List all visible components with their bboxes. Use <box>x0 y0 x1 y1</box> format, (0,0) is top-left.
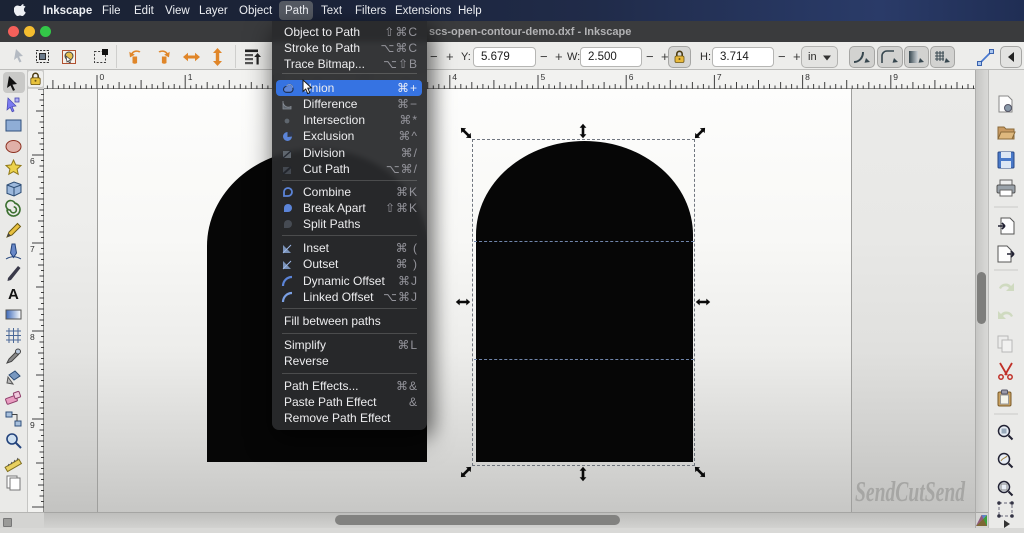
svg-text:7: 7 <box>30 244 35 254</box>
svg-text:8: 8 <box>30 332 35 342</box>
svg-text:0: 0 <box>100 72 105 82</box>
svg-text:6: 6 <box>629 72 634 82</box>
svg-text:9: 9 <box>893 72 898 82</box>
svg-text:8: 8 <box>805 72 810 82</box>
svg-text:6: 6 <box>30 156 35 166</box>
svg-text:5: 5 <box>541 72 546 82</box>
svg-text:1: 1 <box>188 72 193 82</box>
svg-text:4: 4 <box>452 72 457 82</box>
svg-text:A: A <box>8 286 19 303</box>
svg-text:7: 7 <box>717 72 722 82</box>
svg-text:9: 9 <box>30 420 35 430</box>
